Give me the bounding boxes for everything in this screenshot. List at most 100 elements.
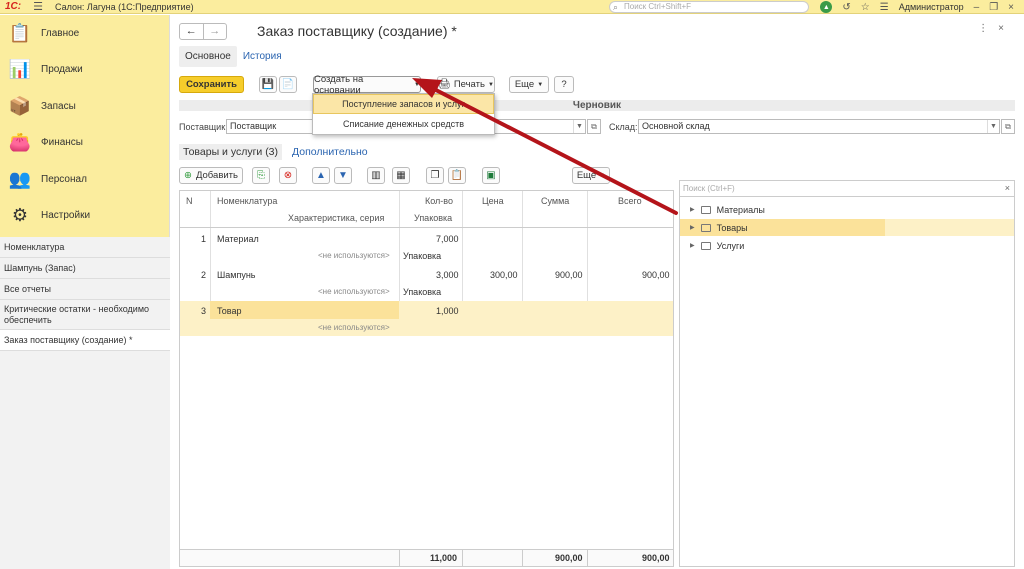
- open-window-item-active[interactable]: Заказ поставщику (создание) *: [0, 330, 170, 351]
- paste-button[interactable]: 📋: [448, 167, 466, 184]
- footer-qty: 11,000: [430, 553, 458, 563]
- row-n: 3: [201, 306, 207, 316]
- app-logo: 1С:: [5, 1, 22, 12]
- sidebar-item-sales[interactable]: 📊 Продажи: [0, 52, 169, 89]
- move-down-button[interactable]: ▼: [334, 167, 352, 184]
- sidebar-item-label: Финансы: [41, 137, 83, 149]
- save-button[interactable]: Сохранить: [179, 76, 244, 93]
- sidebar-item-finance[interactable]: 👛 Финансы: [0, 125, 169, 162]
- chevron-right-icon[interactable]: ▶: [690, 224, 695, 231]
- open-window-item[interactable]: Критические остатки - необходимо обеспеч…: [0, 300, 170, 330]
- open-window-item[interactable]: Номенклатура: [0, 237, 170, 258]
- user-name[interactable]: Администратор: [899, 2, 964, 12]
- sidebar-item-label: Запасы: [41, 100, 76, 112]
- chevron-down-icon[interactable]: ▼: [987, 120, 999, 133]
- warehouse-field[interactable]: Основной склад ▼: [638, 119, 1000, 134]
- add-button[interactable]: ⊕ Добавить: [179, 167, 243, 184]
- open-window-item[interactable]: Все отчеты: [0, 279, 170, 300]
- clipboard-icon: 📋: [8, 22, 32, 43]
- close-app-icon[interactable]: ×: [1008, 2, 1014, 13]
- tab-additional[interactable]: Дополнительно: [288, 144, 372, 160]
- paste-icon: 📋: [450, 170, 464, 181]
- forward-button[interactable]: →: [202, 24, 227, 39]
- tab-main[interactable]: Основное: [179, 46, 237, 67]
- chart-icon: 📊: [8, 59, 32, 80]
- header-n: N: [186, 196, 193, 206]
- tree-item-materials[interactable]: ▶ Материалы: [680, 201, 1014, 218]
- post-button[interactable]: 📄: [279, 76, 297, 93]
- menu-icon[interactable]: ☰: [33, 0, 43, 13]
- help-button[interactable]: ?: [554, 76, 574, 93]
- sub-tabs: Товары и услуги (3) Дополнительно: [179, 144, 372, 160]
- chevron-right-icon[interactable]: ▶: [690, 206, 695, 213]
- table-more-button[interactable]: Еще ▼: [572, 167, 610, 184]
- tab-history[interactable]: История: [237, 46, 288, 67]
- delete-row-button[interactable]: ⊗: [279, 167, 297, 184]
- user-icon[interactable]: ☰: [880, 2, 889, 13]
- table-row[interactable]: 2 Шампунь <не используются> 3,000 Упаков…: [180, 265, 673, 301]
- people-icon: 👥: [8, 168, 32, 189]
- notification-icon[interactable]: ▲: [820, 1, 833, 13]
- global-search-input[interactable]: ⌕ Поиск Ctrl+Shift+F: [609, 1, 809, 13]
- sidebar-item-label: Продажи: [41, 64, 83, 76]
- chevron-down-icon: ▼: [414, 81, 420, 88]
- tree-item-goods[interactable]: ▶ Товары: [680, 219, 1014, 236]
- chevron-right-icon[interactable]: ▶: [690, 242, 695, 249]
- plus-icon: ⊕: [184, 170, 192, 181]
- wallet-icon: 👛: [8, 132, 32, 153]
- menu-item-cash-writeoff[interactable]: Списание денежных средств: [313, 114, 494, 134]
- print-button[interactable]: 🖨 Печать ▼: [437, 76, 495, 93]
- menu-item-goods-receipt[interactable]: Поступление запасов и услуг: [313, 94, 494, 114]
- main-area: ← → Заказ поставщику (создание) * ⋮× Осн…: [171, 15, 1024, 569]
- more-icon[interactable]: ⋮: [978, 23, 998, 34]
- delete-icon: ⊗: [283, 170, 293, 181]
- excel-button[interactable]: ▣: [482, 167, 500, 184]
- table-row[interactable]: 1 Материал <не используются> 7,000 Упако…: [180, 229, 673, 265]
- sidebar-item-stock[interactable]: 📦 Запасы: [0, 88, 169, 125]
- tree-item-services[interactable]: ▶ Услуги: [680, 237, 1014, 254]
- create-based-button[interactable]: Создать на основании ▼: [313, 74, 421, 96]
- open-window-item[interactable]: Шампунь (Запас): [0, 258, 170, 279]
- tree-item-label: Услуги: [716, 240, 745, 251]
- copy-row-button[interactable]: ⎘: [252, 167, 270, 184]
- history-icon[interactable]: ↺: [842, 2, 850, 13]
- warehouse-label: Склад:: [609, 122, 638, 132]
- close-icon[interactable]: ×: [998, 23, 1014, 34]
- tab-goods[interactable]: Товары и услуги (3): [179, 144, 283, 160]
- row-char: <не используются>: [318, 287, 390, 296]
- sidebar-item-settings[interactable]: ⚙ Настройки: [0, 198, 169, 235]
- star-icon[interactable]: ☆: [861, 2, 870, 13]
- header-total: Всего: [618, 196, 642, 206]
- open-supplier-button[interactable]: ⧉: [587, 119, 601, 134]
- row-qty: 1,000: [436, 306, 459, 316]
- row-price: 300,00: [490, 270, 518, 280]
- back-button[interactable]: ←: [180, 24, 203, 39]
- history-nav: ← →: [179, 23, 227, 40]
- row-n: 2: [201, 270, 207, 280]
- restore-icon[interactable]: ❐: [989, 2, 998, 13]
- sidebar: 📋 Главное 📊 Продажи 📦 Запасы 👛 Финансы 👥…: [0, 15, 170, 569]
- arrow-up-icon: ▲: [316, 170, 326, 181]
- open-windows-list: Номенклатура Шампунь (Запас) Все отчеты …: [0, 237, 170, 569]
- sidebar-item-staff[interactable]: 👥 Персонал: [0, 161, 169, 198]
- app-title: Салон: Лагуна (1С:Предприятие): [55, 1, 194, 12]
- copy-button[interactable]: ❐: [426, 167, 444, 184]
- clear-icon[interactable]: ×: [1005, 181, 1010, 196]
- header-unit: Упаковка: [414, 213, 453, 223]
- table-row-selected[interactable]: 3 Товар <не используются> 1,000: [180, 301, 673, 336]
- minimize-icon[interactable]: –: [974, 2, 980, 13]
- footer-total: 900,00: [642, 553, 670, 563]
- table-footer: 11,000 900,00 900,00: [180, 549, 673, 566]
- chevron-down-icon[interactable]: ▼: [573, 120, 585, 133]
- save-icon-button[interactable]: 💾: [259, 76, 277, 93]
- sidebar-item-main[interactable]: 📋 Главное: [0, 15, 169, 52]
- header-sum: Сумма: [541, 196, 570, 206]
- more-button[interactable]: Еще ▼: [509, 76, 549, 93]
- move-up-button[interactable]: ▲: [312, 167, 330, 184]
- pick-button[interactable]: ▦: [392, 167, 410, 184]
- header-price: Цена: [482, 196, 504, 206]
- open-warehouse-button[interactable]: ⧉: [1001, 119, 1015, 134]
- arrow-down-icon: ▼: [338, 170, 348, 181]
- barcode-button[interactable]: ▥: [367, 167, 385, 184]
- tree-search-input[interactable]: Поиск (Ctrl+F) ×: [680, 181, 1014, 197]
